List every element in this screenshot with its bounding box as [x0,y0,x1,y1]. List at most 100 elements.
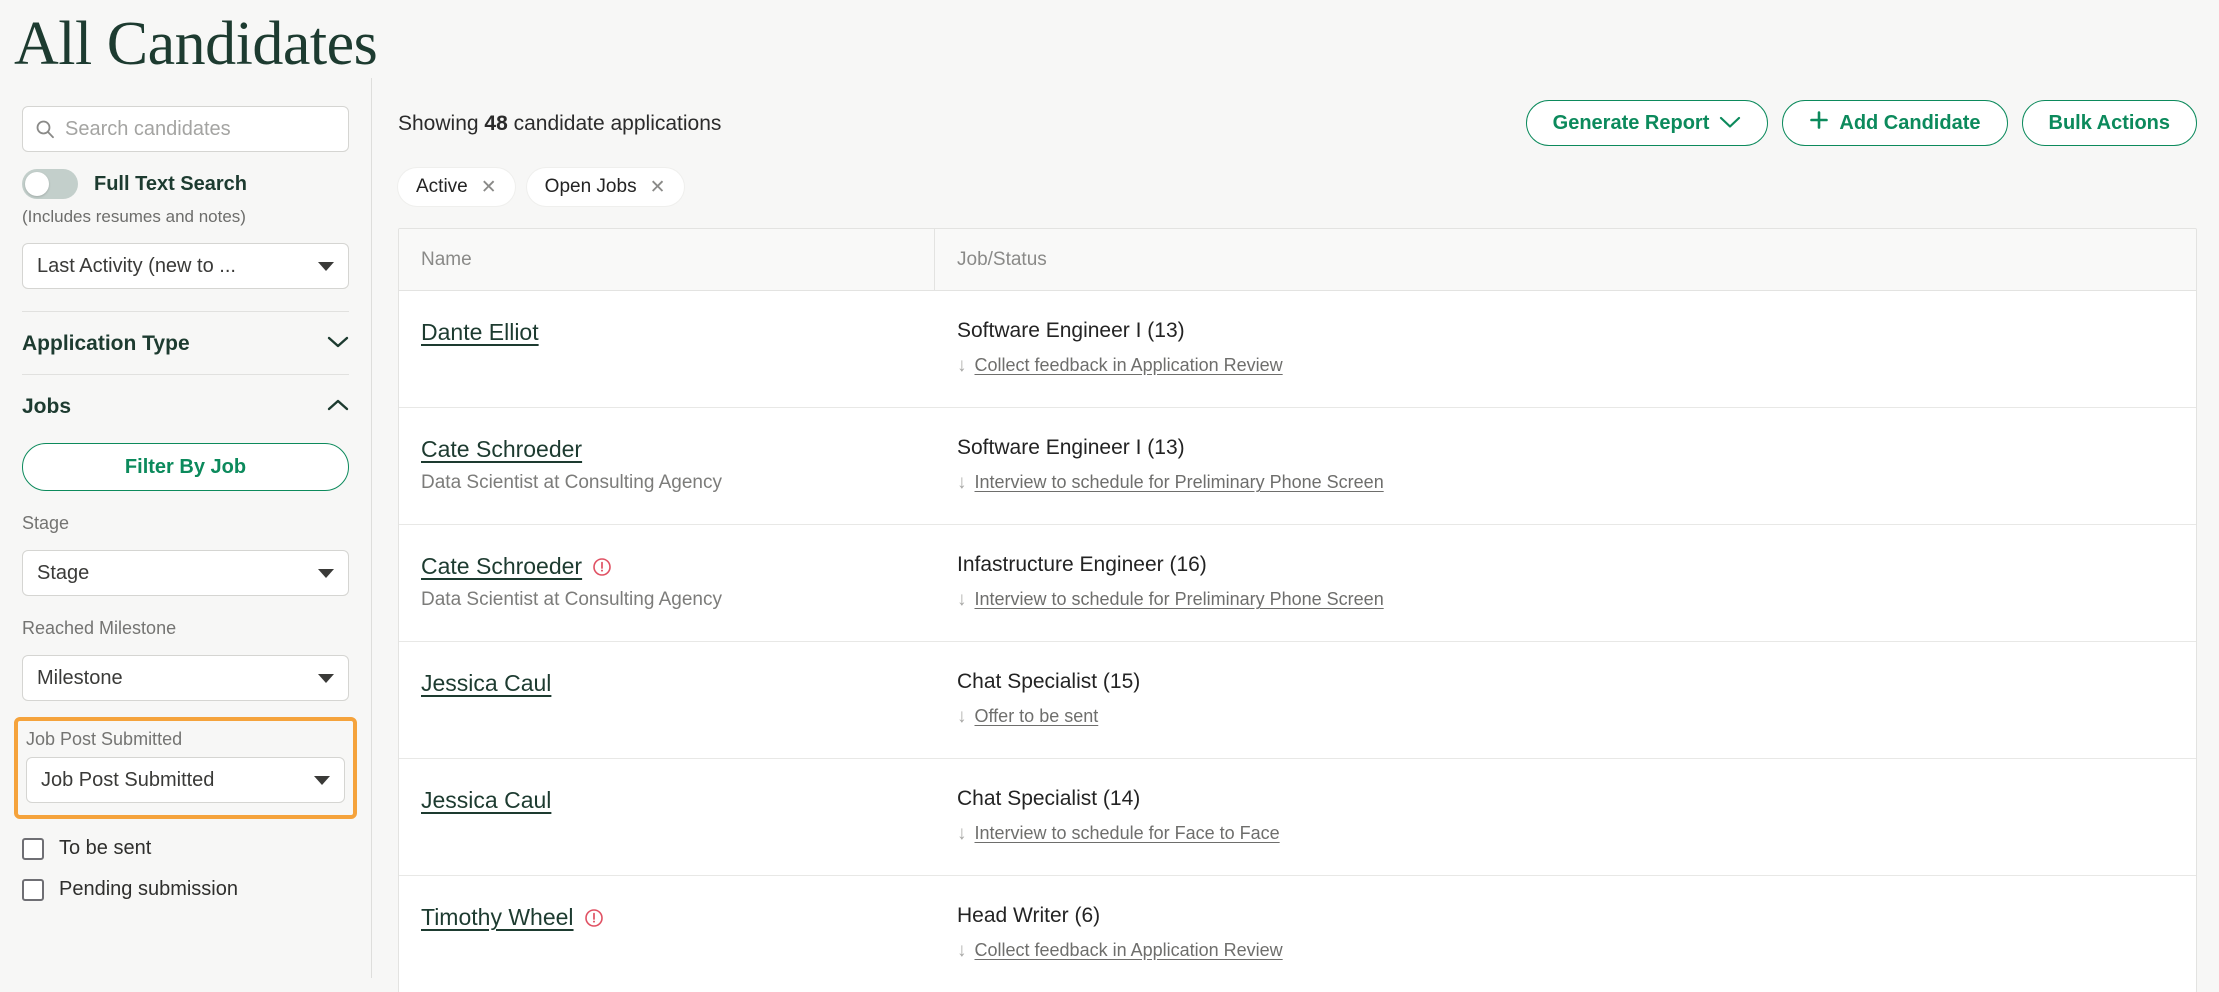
search-candidates-field[interactable] [22,106,349,152]
table-row[interactable]: Jessica Caul Chat Specialist (15) ↓ Offer t… [399,642,2196,759]
page-layout: Full Text Search (Includes resumes and n… [0,78,2219,978]
candidate-name-link[interactable]: Cate Schroeder [421,436,582,463]
sort-order-value: Last Activity (new to ... [37,255,318,278]
cell-name: Jessica Caul [399,759,935,875]
candidate-name-line: Dante Elliot [421,319,913,346]
table-header-row: Name Job/Status [399,229,2196,291]
cell-job-status: Infastructure Engineer (16)↓Interview to… [935,525,2196,641]
job-post-submitted-select[interactable]: Job Post Submitted [26,757,345,803]
warning-icon[interactable] [584,908,604,928]
checkbox-row-to-be-sent[interactable]: To be sent [22,837,349,860]
showing-count-text: Showing 48 candidate applications [398,100,721,136]
candidates-main-panel: Showing 48 candidate applications Genera… [372,78,2219,978]
candidate-name-link[interactable]: Timothy Wheel [421,904,574,931]
full-text-search-toggle[interactable] [22,169,78,199]
section-title: Jobs [22,395,71,419]
candidate-name-line: Cate Schroeder [421,553,913,580]
status-line: ↓ Collect feedback in Application Review [957,355,2174,376]
status-line: ↓Collect feedback in Application Review [957,940,2174,961]
candidate-name-line: Cate Schroeder [421,436,913,463]
plus-icon [1809,110,1829,136]
warning-icon[interactable] [592,557,612,577]
candidate-name-line: Jessica Caul [421,787,913,814]
arrow-down-icon: ↓ [957,473,967,492]
sidebar-section-jobs[interactable]: Jobs [22,375,349,437]
arrow-down-icon: ↓ [957,356,967,375]
main-toolbar: Showing 48 candidate applications Genera… [398,100,2197,146]
job-title: Software Engineer I (13) [957,436,2174,460]
page-title: All Candidates [0,0,2219,78]
chevron-down-icon [318,674,334,683]
chevron-down-icon [318,569,334,578]
status-link[interactable]: Interview to schedule for Preliminary Ph… [975,472,1384,493]
cell-name: Cate SchroederData Scientist at Consulti… [399,525,935,641]
candidate-name-link[interactable]: Jessica Caul [421,670,551,697]
arrow-down-icon: ↓ [957,707,967,726]
reached-milestone-select[interactable]: Milestone [22,655,349,701]
chevron-down-icon [318,262,334,271]
full-text-search-sublabel: (Includes resumes and notes) [22,207,349,227]
job-title: Chat Specialist (15) [957,670,2174,694]
job-title: Infastructure Engineer (16) [957,553,2174,577]
active-filter-chips: Active ✕ Open Jobs ✕ [398,168,2197,206]
status-line: ↓ Offer to be sent [957,706,2174,727]
candidate-name-link[interactable]: Dante Elliot [421,319,539,346]
sort-order-select[interactable]: Last Activity (new to ... [22,243,349,289]
chip-label: Active [416,176,468,198]
close-icon[interactable]: ✕ [481,178,497,197]
add-candidate-label: Add Candidate [1839,112,1980,135]
search-input[interactable] [65,118,336,141]
cell-job-status: Head Writer (6)↓Collect feedback in Appl… [935,876,2196,992]
table-body: Dante Elliot Software Engineer I (13) ↓ Col… [399,291,2196,992]
checkbox-row-pending-submission[interactable]: Pending submission [22,878,349,901]
job-post-submitted-value: Job Post Submitted [41,769,314,792]
checkbox-to-be-sent[interactable] [22,838,44,860]
column-header-name: Name [399,229,935,290]
job-post-submitted-label: Job Post Submitted [26,729,345,750]
candidate-subtitle: Data Scientist at Consulting Agency [421,472,913,494]
candidate-name-link[interactable]: Cate Schroeder [421,553,582,580]
candidate-name-link[interactable]: Jessica Caul [421,787,551,814]
arrow-down-icon: ↓ [957,824,967,843]
job-title: Software Engineer I (13) [957,319,2174,343]
status-line: ↓ Interview to schedule for Preliminary P… [957,472,2174,493]
status-link[interactable]: Offer to be sent [975,706,1099,727]
candidates-table: Name Job/Status Dante Elliot Software Eng… [398,228,2197,992]
status-link[interactable]: Interview to schedule for Preliminary Ph… [975,589,1384,610]
job-title: Chat Specialist (14) [957,787,2174,811]
table-row[interactable]: Timothy Wheel Head Writer (6)↓Collect fee… [399,876,2196,992]
cell-name: Timothy Wheel [399,876,935,992]
bulk-actions-button[interactable]: Bulk Actions [2022,100,2198,146]
filter-chip-open-jobs[interactable]: Open Jobs ✕ [527,168,684,206]
stage-select[interactable]: Stage [22,550,349,596]
status-link[interactable]: Collect feedback in Application Review [975,355,1283,376]
chevron-down-icon [327,335,349,354]
showing-suffix: candidate applications [508,112,722,135]
table-row[interactable]: Jessica Caul Chat Specialist (14) ↓ Intervi… [399,759,2196,876]
add-candidate-button[interactable]: Add Candidate [1782,100,2007,146]
candidate-name-line: Jessica Caul [421,670,913,697]
generate-report-button[interactable]: Generate Report [1526,100,1769,146]
table-row[interactable]: Dante Elliot Software Engineer I (13) ↓ Col… [399,291,2196,408]
stage-label: Stage [22,513,349,534]
status-link[interactable]: Collect feedback in Application Review [975,940,1283,961]
generate-report-label: Generate Report [1553,112,1710,135]
status-link[interactable]: Interview to schedule for Face to Face [975,823,1280,844]
status-line: ↓ Interview to schedule for Face to Face [957,823,2174,844]
action-buttons: Generate Report Add Candidate [1526,100,2197,146]
showing-count: 48 [484,112,507,135]
filter-by-job-button[interactable]: Filter By Job [22,443,349,491]
reached-milestone-label: Reached Milestone [22,618,349,639]
column-header-job-status: Job/Status [935,229,2196,290]
checkbox-pending-submission[interactable] [22,879,44,901]
table-row[interactable]: Cate SchroederData Scientist at Consulti… [399,525,2196,642]
cell-job-status: Software Engineer I (13) ↓ Collect feedbac… [935,291,2196,407]
table-row[interactable]: Cate Schroeder Data Scientist at Consulti… [399,408,2196,525]
checkbox-label: To be sent [59,837,151,860]
full-text-search-label: Full Text Search [94,173,247,196]
cell-name: Jessica Caul [399,642,935,758]
chevron-down-icon [1719,112,1741,135]
sidebar-section-application-type[interactable]: Application Type [22,312,349,374]
filter-chip-active[interactable]: Active ✕ [398,168,515,206]
close-icon[interactable]: ✕ [650,178,666,197]
